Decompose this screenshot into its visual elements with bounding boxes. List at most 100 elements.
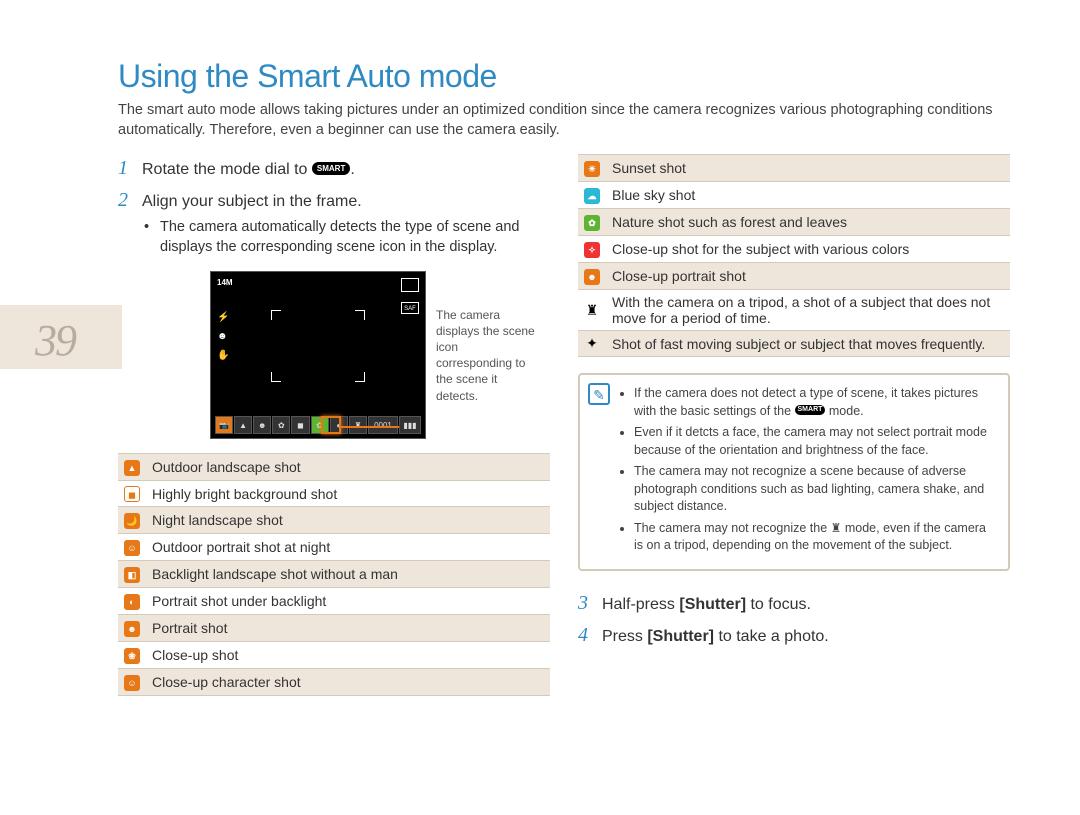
scene-icon-cell: ☀ xyxy=(578,155,606,182)
smart-mode-icon-small: SMART xyxy=(795,405,826,415)
page-title: Using the Smart Auto mode xyxy=(118,58,1010,95)
scene-icon: ♜ xyxy=(586,302,599,319)
lcd-resolution: 14M xyxy=(217,278,233,287)
note-1-post: mode. xyxy=(825,404,863,418)
scene-label: Night landscape shot xyxy=(146,507,550,534)
scene-icon-cell: ☺ xyxy=(118,534,146,561)
note-4-pre: The camera may not recognize the xyxy=(634,521,831,535)
scene-label: Close-up shot xyxy=(146,642,550,669)
scene-icon-cell: ✧ xyxy=(578,236,606,263)
table-row: ◧ Backlight landscape shot without a man xyxy=(118,561,550,588)
table-row: ♜ With the camera on a tripod, a shot of … xyxy=(578,290,1010,331)
face-icon: ☻ xyxy=(217,331,229,342)
scene-icon-cell: ☁ xyxy=(578,182,606,209)
left-column: 1 Rotate the mode dial to SMART. 2 Align… xyxy=(118,154,550,696)
scene-icon: ☁ xyxy=(584,188,600,204)
scene-icon: ◧ xyxy=(124,567,140,583)
scene-label: Outdoor portrait shot at night xyxy=(146,534,550,561)
note-item: The camera may not recognize a scene bec… xyxy=(634,463,998,516)
scene-icon: ❀ xyxy=(124,648,140,664)
step-1-text-post: . xyxy=(350,161,354,178)
step-1-text-pre: Rotate the mode dial to xyxy=(142,161,312,178)
table-row: ✦ Shot of fast moving subject or subject … xyxy=(578,331,1010,357)
page-content: Using the Smart Auto mode The smart auto… xyxy=(0,0,1080,696)
table-row: ❀ Close-up shot xyxy=(118,642,550,669)
table-row: ✿Nature shot such as forest and leaves xyxy=(578,209,1010,236)
step-3-bold: [Shutter] xyxy=(679,596,746,613)
scene-label: Sunset shot xyxy=(606,155,1010,182)
scene-icon-cell: ☺ xyxy=(118,669,146,696)
stabilizer-icon: ✋ xyxy=(217,350,229,361)
scene-icon-cell: ❀ xyxy=(118,642,146,669)
table-row: ✧Close-up shot for the subject with vari… xyxy=(578,236,1010,263)
scene-icon: ♜ xyxy=(349,416,367,434)
scene-icon: ☺ xyxy=(124,675,140,691)
scene-label: Close-up portrait shot xyxy=(606,263,1010,290)
lcd-left-icons: ⚡ ☻ ✋ xyxy=(217,312,229,361)
scene-icon: ▲ xyxy=(234,416,252,434)
lcd-counter: 0001 xyxy=(368,416,398,434)
scene-label: Nature shot such as forest and leaves xyxy=(606,209,1010,236)
step-2: 2 Align your subject in the frame. xyxy=(118,186,550,214)
table-row: ◼ Highly bright background shot xyxy=(118,481,550,507)
scene-icon: ✦ xyxy=(586,335,598,352)
scene-table-left: ▲Outdoor landscape shot ◼ Highly bright ba… xyxy=(118,453,550,696)
scene-label: Close-up character shot xyxy=(146,669,550,696)
table-row: ☺ Outdoor portrait shot at night xyxy=(118,534,550,561)
scene-highlight xyxy=(321,416,341,434)
smart-mode-icon: SMART xyxy=(312,162,350,175)
scene-label: Portrait shot xyxy=(146,615,550,642)
scene-icon-cell: ◐ xyxy=(118,588,146,615)
step-number: 4 xyxy=(578,621,602,649)
note-item: Even if it detcts a face, the camera may… xyxy=(634,424,998,459)
scene-icon-cell: ☻ xyxy=(118,615,146,642)
scene-icon-cell: ✦ xyxy=(578,331,606,357)
step-3-post: to focus. xyxy=(746,596,811,613)
scene-icon-cell: ☻ xyxy=(578,263,606,290)
lcd-saf-icon: SAF xyxy=(401,302,419,314)
scene-icon: ☻ xyxy=(584,269,600,285)
table-row: ☁Blue sky shot xyxy=(578,182,1010,209)
table-row: 🌙Night landscape shot xyxy=(118,507,550,534)
camera-icon: 📷 xyxy=(215,416,233,434)
step-2-text: Align your subject in the frame. xyxy=(142,191,362,213)
scene-icon-cell: ✿ xyxy=(578,209,606,236)
scene-label: Backlight landscape shot without a man xyxy=(146,561,550,588)
lcd-bottom-bar: 📷 ▲ ☻ ✿ ◼ ✿ ◐ ♜ 0001 ▮▮▮ xyxy=(215,416,421,434)
scene-icon-cell: ♜ xyxy=(578,290,606,331)
note-box: ✎ If the camera does not detect a type o… xyxy=(578,373,1010,571)
scene-icon: ✧ xyxy=(584,242,600,258)
battery-icon: ▮▮▮ xyxy=(399,416,421,434)
step-4-pre: Press xyxy=(602,628,647,645)
table-row: ☻ Close-up portrait shot xyxy=(578,263,1010,290)
scene-icon: ☺ xyxy=(124,540,140,556)
step-2-bullet: • The camera automatically detects the t… xyxy=(144,218,550,257)
step-3-pre: Half-press xyxy=(602,596,679,613)
scene-icon: ◐ xyxy=(124,594,140,610)
scene-icon-cell: ◼ xyxy=(118,481,146,507)
table-row: ▲Outdoor landscape shot xyxy=(118,454,550,481)
scene-label: Highly bright background shot xyxy=(146,481,550,507)
table-row: ◐ Portrait shot under backlight xyxy=(118,588,550,615)
step-number: 3 xyxy=(578,589,602,617)
step-number: 1 xyxy=(118,154,142,182)
scene-icon-cell: 🌙 xyxy=(118,507,146,534)
camera-lcd: 14M SAF ⚡ ☻ ✋ 📷 xyxy=(210,271,426,439)
scene-icon: ◼ xyxy=(124,486,140,502)
scene-label: With the camera on a tripod, a shot of a… xyxy=(606,290,1010,331)
table-row: ☀ Sunset shot xyxy=(578,155,1010,182)
step-number: 2 xyxy=(118,186,142,214)
note-item: The camera may not recognize the ♜ mode,… xyxy=(634,520,998,555)
scene-icon: ☀ xyxy=(584,161,600,177)
step-4-post: to take a photo. xyxy=(714,628,829,645)
scene-icon: ☻ xyxy=(253,416,271,434)
step-1: 1 Rotate the mode dial to SMART. xyxy=(118,154,550,182)
table-row: ☺ Close-up character shot xyxy=(118,669,550,696)
step-2-sub: The camera automatically detects the typ… xyxy=(160,218,550,257)
scene-icon: ▲ xyxy=(124,460,140,476)
scene-label: Portrait shot under backlight xyxy=(146,588,550,615)
step-4-bold: [Shutter] xyxy=(647,628,714,645)
scene-label: Shot of fast moving subject or subject t… xyxy=(606,331,1010,357)
scene-table-right: ☀ Sunset shot☁Blue sky shot✿Nature shot s… xyxy=(578,154,1010,357)
note-item: If the camera does not detect a type of … xyxy=(634,385,998,420)
